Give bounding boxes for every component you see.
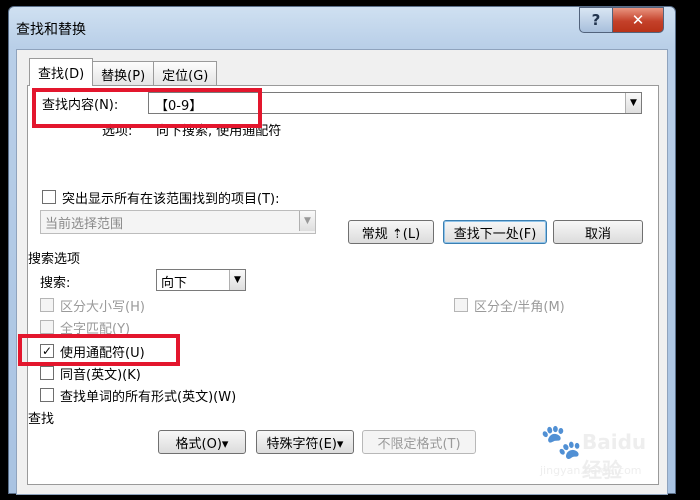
special-button[interactable]: 特殊字符(E)▾: [256, 430, 354, 454]
match-width-checkbox[interactable]: [454, 298, 468, 312]
all-forms-checkbox[interactable]: [40, 388, 54, 402]
whole-word-checkbox[interactable]: [40, 320, 54, 334]
all-forms-label: 查找单词的所有形式(英文)(W): [60, 390, 237, 405]
no-formatting-button: 不限定格式(T): [362, 430, 476, 454]
normal-button[interactable]: 常规 ⇡(L): [348, 220, 434, 244]
scope-value: 当前选择范围: [45, 217, 124, 232]
close-button[interactable]: ✕: [612, 7, 664, 33]
chevron-down-icon[interactable]: ▼: [625, 93, 641, 113]
highlight-wildcards: [18, 334, 180, 366]
help-button[interactable]: ?: [579, 7, 613, 33]
paw-icon: 🐾: [540, 422, 583, 462]
search-direction-value: 向下: [161, 276, 188, 291]
highlight-all-label: 突出显示所有在该范围找到的项目(T):: [62, 192, 280, 207]
search-options-title: 搜索选项: [28, 252, 81, 267]
search-direction-label: 搜索:: [40, 276, 71, 291]
match-width-label: 区分全/半角(M): [474, 300, 565, 315]
tab-find[interactable]: 查找(D): [29, 58, 94, 86]
match-case-checkbox[interactable]: [40, 298, 54, 312]
find-next-button[interactable]: 查找下一处(F): [443, 220, 547, 244]
chevron-down-icon: ▼: [299, 211, 315, 231]
watermark: 🐾 Baidu 经验 jingyan.baidu.com: [532, 420, 672, 482]
scope-select: 当前选择范围 ▼: [40, 210, 316, 234]
format-button[interactable]: 格式(O)▾: [158, 430, 246, 454]
highlight-all-checkbox[interactable]: [42, 190, 56, 204]
highlight-find-box: [32, 88, 262, 128]
sounds-like-checkbox[interactable]: [40, 366, 54, 380]
tab-goto[interactable]: 定位(G): [153, 61, 218, 86]
dialog-title: 查找和替换: [16, 22, 86, 38]
sounds-like-label: 同音(英文)(K): [60, 368, 141, 383]
watermark-url: jingyan.baidu.com: [540, 464, 642, 477]
tab-bar: 查找(D) 替换(P) 定位(G): [29, 58, 218, 86]
cancel-button[interactable]: 取消: [553, 220, 643, 244]
find-section-label: 查找: [28, 412, 55, 427]
search-direction-select[interactable]: 向下 ▼: [156, 269, 246, 291]
match-case-label: 区分大小写(H): [60, 300, 145, 315]
chevron-down-icon[interactable]: ▼: [229, 270, 245, 290]
tab-replace[interactable]: 替换(P): [92, 61, 155, 86]
